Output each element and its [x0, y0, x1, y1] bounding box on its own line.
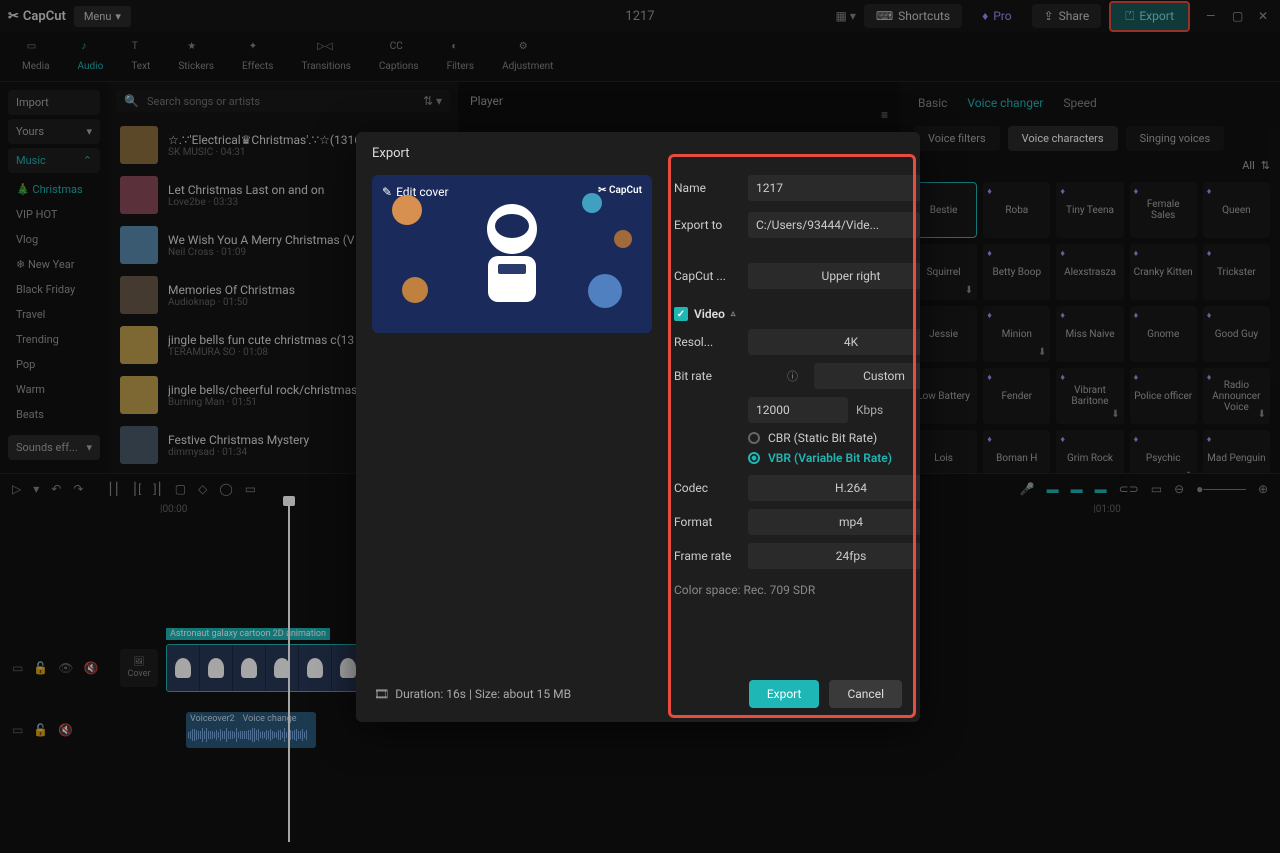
watermark: ✂ CapCut	[598, 185, 642, 196]
resolution-label: Resol...	[674, 335, 738, 349]
bitrate-label: Bit rate	[674, 369, 738, 383]
name-label: Name	[674, 181, 738, 195]
framerate-select[interactable]: 24fps	[748, 543, 920, 569]
name-input[interactable]	[748, 175, 920, 201]
info-icon[interactable]: ⓘ	[787, 368, 798, 384]
dialog-export-button[interactable]: Export	[749, 680, 820, 708]
watermark-position-select[interactable]: Upper right	[748, 263, 920, 289]
format-label: Format	[674, 515, 738, 529]
duration-info: 🎞 Duration: 16s | Size: about 15 MB	[374, 687, 571, 701]
codec-label: Codec	[674, 481, 738, 495]
export-to-label: Export to	[674, 218, 738, 232]
caret-up-icon[interactable]: ▵	[731, 309, 736, 319]
vbr-radio[interactable]: VBR (Variable Bit Rate)	[748, 451, 920, 465]
kbps-label: Kbps	[856, 403, 883, 417]
dialog-cancel-button[interactable]: Cancel	[829, 680, 902, 708]
export-dialog: Export ✎ Edit cover ✂ CapCut Name	[356, 132, 920, 722]
dialog-title: Export	[356, 132, 920, 175]
bitrate-select[interactable]: Custom	[814, 363, 920, 389]
bitrate-value-input[interactable]	[748, 397, 848, 423]
video-section-label: Video	[694, 307, 725, 321]
color-space-label: Color space: Rec. 709 SDR	[674, 583, 920, 597]
video-checkbox[interactable]: ✓	[674, 307, 688, 321]
framerate-label: Frame rate	[674, 549, 738, 563]
capcut-label: CapCut ...	[674, 269, 738, 283]
format-select[interactable]: mp4	[748, 509, 920, 535]
film-icon: 🎞	[374, 687, 389, 701]
pencil-icon: ✎	[382, 185, 392, 199]
cover-preview: ✎ Edit cover ✂ CapCut	[372, 175, 652, 333]
codec-select[interactable]: H.264	[748, 475, 920, 501]
cbr-radio[interactable]: CBR (Static Bit Rate)	[748, 431, 920, 445]
export-path-input[interactable]	[748, 212, 920, 238]
resolution-select[interactable]: 4K	[748, 329, 920, 355]
